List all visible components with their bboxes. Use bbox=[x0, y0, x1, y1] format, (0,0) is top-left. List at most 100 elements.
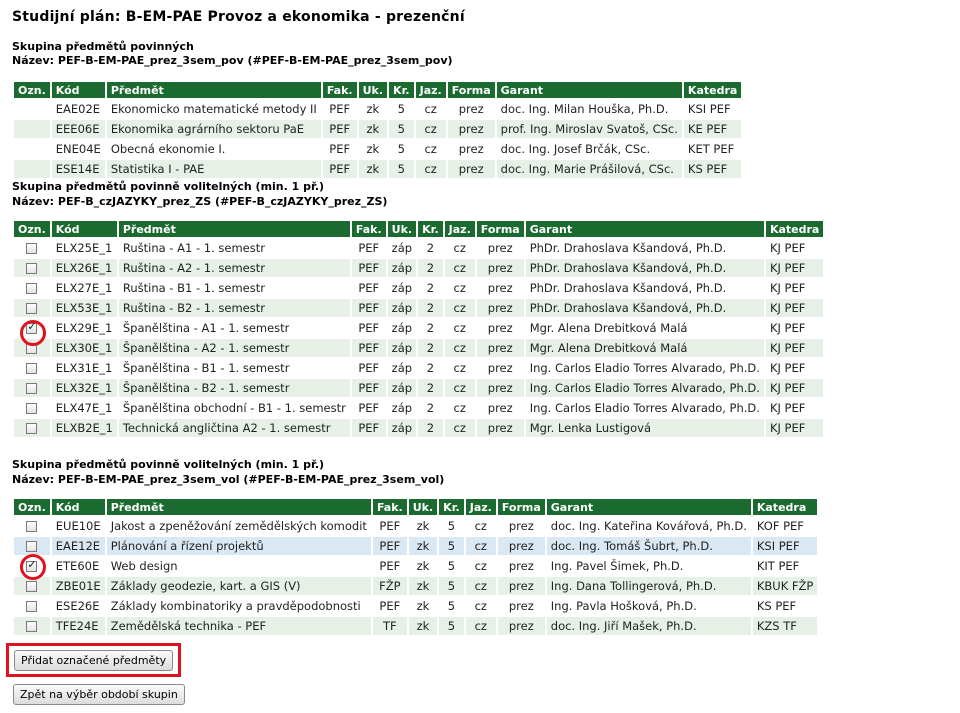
table-row: ELX53E_1 Ruština - B2 - 1. semestr PEF záp 2… bbox=[14, 299, 824, 317]
guarantor[interactable]: doc. Ing. Jiří Mašek, Ph.D. bbox=[546, 617, 751, 635]
department[interactable]: KE PEF bbox=[683, 120, 742, 138]
select-cell bbox=[14, 419, 50, 437]
select-checkbox[interactable] bbox=[26, 601, 38, 612]
language: cz bbox=[465, 597, 496, 615]
guarantor[interactable]: PhDr. Drahoslava Kšandová, Ph.D. bbox=[525, 239, 764, 257]
department[interactable]: KJ PEF bbox=[765, 379, 824, 397]
department[interactable]: KBUK FŽP bbox=[752, 577, 818, 595]
completion: záp bbox=[387, 279, 417, 297]
select-checkbox[interactable] bbox=[26, 423, 38, 434]
study-form: prez bbox=[476, 419, 524, 437]
department[interactable]: KJ PEF bbox=[765, 299, 824, 317]
course-name[interactable]: Španělština - A2 - 1. semestr bbox=[118, 339, 350, 357]
department[interactable]: KSI PEF bbox=[752, 537, 818, 555]
course-code: ELX31E_1 bbox=[51, 359, 117, 377]
select-checkbox[interactable] bbox=[26, 303, 38, 314]
select-checkbox[interactable] bbox=[26, 283, 38, 294]
guarantor[interactable]: PhDr. Drahoslava Kšandová, Ph.D. bbox=[525, 279, 764, 297]
course-name[interactable]: Základy kombinatoriky a pravděpodobnosti bbox=[106, 597, 371, 615]
course-name[interactable]: Technická angličtina A2 - 1. semestr bbox=[118, 419, 350, 437]
select-checkbox[interactable] bbox=[26, 263, 38, 274]
select-cell bbox=[14, 537, 50, 555]
department[interactable]: KJ PEF bbox=[765, 359, 824, 377]
department[interactable]: KJ PEF bbox=[765, 339, 824, 357]
faculty: PEF bbox=[351, 339, 386, 357]
guarantor[interactable]: Mgr. Lenka Lustigová bbox=[525, 419, 764, 437]
course-name[interactable]: Ekonomicko matematické metody II bbox=[106, 100, 321, 118]
column-header-forma: Forma bbox=[476, 221, 524, 237]
guarantor[interactable]: PhDr. Drahoslava Kšandová, Ph.D. bbox=[525, 259, 764, 277]
department[interactable]: KJ PEF bbox=[765, 319, 824, 337]
guarantor[interactable]: doc. Ing. Josef Brčák, CSc. bbox=[496, 140, 682, 158]
guarantor[interactable]: Ing. Pavla Hošková, Ph.D. bbox=[546, 597, 751, 615]
course-name[interactable]: Španělština - B1 - 1. semestr bbox=[118, 359, 350, 377]
guarantor[interactable]: Ing. Pavel Šimek, Ph.D. bbox=[546, 557, 751, 575]
column-header-fak: Fak. bbox=[372, 499, 407, 515]
guarantor[interactable]: doc. Ing. Kateřina Kovářová, Ph.D. bbox=[546, 517, 751, 535]
course-name[interactable]: Statistika I - PAE bbox=[106, 160, 321, 178]
course-name[interactable]: Obecná ekonomie I. bbox=[106, 140, 321, 158]
department[interactable]: KJ PEF bbox=[765, 419, 824, 437]
guarantor[interactable]: PhDr. Drahoslava Kšandová, Ph.D. bbox=[525, 299, 764, 317]
course-name[interactable]: Základy geodezie, kart. a GIS (V) bbox=[106, 577, 371, 595]
department[interactable]: KJ PEF bbox=[765, 399, 824, 417]
select-checkbox[interactable] bbox=[26, 541, 38, 552]
select-checkbox[interactable] bbox=[26, 363, 38, 374]
language: cz bbox=[444, 259, 475, 277]
department[interactable]: KJ PEF bbox=[765, 259, 824, 277]
study-form: prez bbox=[497, 597, 545, 615]
study-form: prez bbox=[497, 617, 545, 635]
select-checkbox[interactable] bbox=[26, 243, 38, 254]
department[interactable]: KZS TF bbox=[752, 617, 818, 635]
back-button[interactable]: Zpět na výběr období skupin bbox=[13, 684, 185, 705]
course-name[interactable]: Ruština - A1 - 1. semestr bbox=[118, 239, 350, 257]
credits: 5 bbox=[439, 577, 464, 595]
course-code: ELXB2E_1 bbox=[51, 419, 117, 437]
course-name[interactable]: Ruština - B1 - 1. semestr bbox=[118, 279, 350, 297]
guarantor[interactable]: Ing. Carlos Eladio Torres Alvarado, Ph.D… bbox=[525, 359, 764, 377]
guarantor[interactable]: doc. Ing. Tomáš Šubrt, Ph.D. bbox=[546, 537, 751, 555]
select-checkbox[interactable] bbox=[26, 621, 38, 632]
department[interactable]: KS PEF bbox=[683, 160, 742, 178]
select-checkbox[interactable] bbox=[26, 403, 38, 414]
course-code: TFE24E bbox=[51, 617, 105, 635]
department[interactable]: KS PEF bbox=[752, 597, 818, 615]
select-cell bbox=[14, 120, 50, 138]
guarantor[interactable]: doc. Ing. Marie Prášilová, CSc. bbox=[496, 160, 682, 178]
department[interactable]: KJ PEF bbox=[765, 279, 824, 297]
guarantor[interactable]: Mgr. Alena Drebitková Malá bbox=[525, 319, 764, 337]
department[interactable]: KET PEF bbox=[683, 140, 742, 158]
select-checkbox[interactable] bbox=[26, 581, 38, 592]
guarantor[interactable]: Mgr. Alena Drebitková Malá bbox=[525, 339, 764, 357]
study-form: prez bbox=[497, 517, 545, 535]
guarantor[interactable]: doc. Ing. Milan Houška, Ph.D. bbox=[496, 100, 682, 118]
department[interactable]: KOF PEF bbox=[752, 517, 818, 535]
faculty: PEF bbox=[351, 259, 386, 277]
department[interactable]: KSI PEF bbox=[683, 100, 742, 118]
guarantor[interactable]: prof. Ing. Miroslav Svatoš, CSc. bbox=[496, 120, 682, 138]
language: cz bbox=[444, 339, 475, 357]
course-name[interactable]: Jakost a zpeněžování zemědělských komodi… bbox=[106, 517, 371, 535]
select-checkbox[interactable] bbox=[26, 521, 38, 532]
course-name[interactable]: Španělština obchodní - B1 - 1. semestr bbox=[118, 399, 350, 417]
add-selected-button[interactable]: Přidat označené předměty bbox=[14, 650, 174, 671]
select-cell bbox=[14, 379, 50, 397]
language: cz bbox=[415, 140, 446, 158]
department[interactable]: KIT PEF bbox=[752, 557, 818, 575]
course-name[interactable]: Plánování a řízení projektů bbox=[106, 537, 371, 555]
guarantor[interactable]: Ing. Dana Tollingerová, Ph.D. bbox=[546, 577, 751, 595]
course-name[interactable]: Zemědělská technika - PEF bbox=[106, 617, 371, 635]
course-name[interactable]: Ruština - B2 - 1. semestr bbox=[118, 299, 350, 317]
select-checkbox[interactable] bbox=[26, 383, 38, 394]
department[interactable]: KJ PEF bbox=[765, 239, 824, 257]
completion: zk bbox=[408, 617, 438, 635]
study-form: prez bbox=[476, 279, 524, 297]
course-name[interactable]: Web design bbox=[106, 557, 371, 575]
course-name[interactable]: Ekonomika agrárního sektoru PaE bbox=[106, 120, 321, 138]
guarantor[interactable]: Ing. Carlos Eladio Torres Alvarado, Ph.D… bbox=[525, 379, 764, 397]
course-name[interactable]: Španělština - B2 - 1. semestr bbox=[118, 379, 350, 397]
course-name[interactable]: Španělština - A1 - 1. semestr bbox=[118, 319, 350, 337]
course-code: ELX30E_1 bbox=[51, 339, 117, 357]
course-name[interactable]: Ruština - A2 - 1. semestr bbox=[118, 259, 350, 277]
guarantor[interactable]: Ing. Carlos Eladio Torres Alvarado, Ph.D… bbox=[525, 399, 764, 417]
